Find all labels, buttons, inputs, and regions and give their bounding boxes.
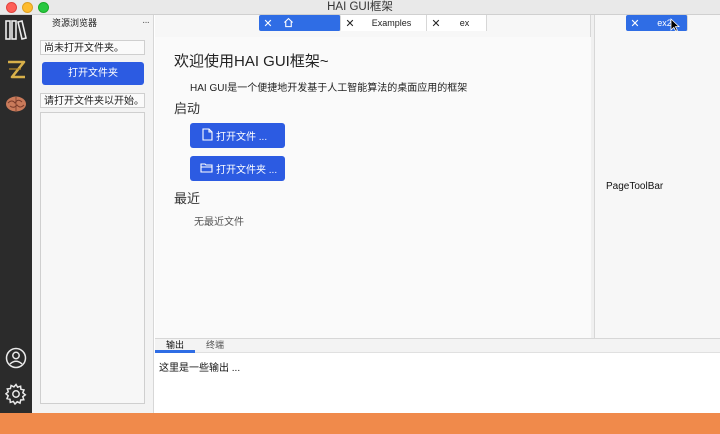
page-toolbar-label: PageToolBar xyxy=(606,181,664,192)
account-icon xyxy=(5,347,27,372)
welcome-page: 欢迎使用HAI GUI框架~ HAI GUI是一个便捷地开发基于人工智能算法的桌… xyxy=(155,37,591,338)
activity-z[interactable] xyxy=(0,55,32,87)
title-bar: HAI GUI框架 xyxy=(0,0,720,15)
tab-label: ex xyxy=(459,18,470,28)
close-tab-icon[interactable]: ✕ xyxy=(628,17,642,30)
close-tab-icon[interactable]: ✕ xyxy=(429,17,443,30)
no-recent-files: 无最近文件 xyxy=(194,217,244,228)
tab-label: Examples xyxy=(371,18,412,28)
file-tree[interactable] xyxy=(40,112,145,404)
explorer-icon xyxy=(4,18,28,45)
open-folder-label: 打开文件夹 ... xyxy=(216,165,278,176)
open-file-button[interactable]: 打开文件 ... xyxy=(190,123,285,148)
welcome-description: HAI GUI是一个便捷地开发基于人工智能算法的桌面应用的框架 xyxy=(190,83,468,94)
open-folder-welcome-button[interactable]: 打开文件夹 ... xyxy=(190,156,285,181)
home-icon xyxy=(283,17,294,30)
explorer-panel: 资源浏览器 ··· 尚未打开文件夹。 打开文件夹 请打开文件夹以开始。 xyxy=(32,15,154,413)
window-title: HAI GUI框架 xyxy=(327,1,393,13)
close-tab-icon[interactable]: ✕ xyxy=(261,17,275,30)
open-file-label: 打开文件 ... xyxy=(216,132,268,143)
tab-bar-left: ✕ ✕ Examples ✕ ex xyxy=(259,15,487,31)
mouse-cursor-icon xyxy=(670,18,681,35)
editor-area: ✕ ✕ Examples ✕ ex 欢迎使用HAI GUI框架~ HAI GUI… xyxy=(155,15,720,338)
open-folder-hint: 请打开文件夹以开始。 xyxy=(40,93,145,108)
z-logo-icon xyxy=(4,58,28,85)
editor-group-left: ✕ ✕ Examples ✕ ex 欢迎使用HAI GUI框架~ HAI GUI… xyxy=(155,15,591,338)
bottom-panel: 输出 终端 这里是一些输出 ... xyxy=(155,338,720,413)
no-folder-message: 尚未打开文件夹。 xyxy=(40,40,145,55)
activity-bar xyxy=(0,15,32,413)
tab-output[interactable]: 输出 xyxy=(155,339,195,353)
recent-heading: 最近 xyxy=(174,191,201,206)
open-folder-button[interactable]: 打开文件夹 xyxy=(42,62,144,85)
settings-icon xyxy=(4,382,27,408)
brain-icon xyxy=(4,94,28,117)
bottom-tab-bar: 输出 终端 xyxy=(155,339,720,353)
tab-examples[interactable]: ✕ Examples xyxy=(341,15,427,31)
tab-label: ex2 xyxy=(657,18,672,28)
output-text: 这里是一些输出 ... xyxy=(159,363,241,374)
activity-brain[interactable] xyxy=(0,89,32,121)
explorer-header: 资源浏览器 ··· xyxy=(32,15,153,31)
tab-home[interactable]: ✕ xyxy=(259,15,341,31)
more-actions-icon[interactable]: ··· xyxy=(142,15,150,31)
folder-icon xyxy=(200,162,216,176)
editor-group-right: ✕ ex2 PageToolBar xyxy=(594,15,720,338)
file-icon xyxy=(202,127,216,144)
welcome-title: 欢迎使用HAI GUI框架~ xyxy=(174,53,329,70)
app-window: HAI GUI框架 资源浏览器 ··· 尚未打开文件夹。 打开文件夹 请打开文件… xyxy=(0,0,720,413)
tab-terminal[interactable]: 终端 xyxy=(195,339,235,352)
activity-account[interactable] xyxy=(0,343,32,375)
close-tab-icon[interactable]: ✕ xyxy=(343,17,357,30)
tab-ex[interactable]: ✕ ex xyxy=(427,15,487,31)
activity-settings[interactable] xyxy=(0,379,32,411)
explorer-title: 资源浏览器 xyxy=(52,18,98,28)
activity-explorer[interactable] xyxy=(0,15,32,47)
start-heading: 启动 xyxy=(174,101,201,116)
